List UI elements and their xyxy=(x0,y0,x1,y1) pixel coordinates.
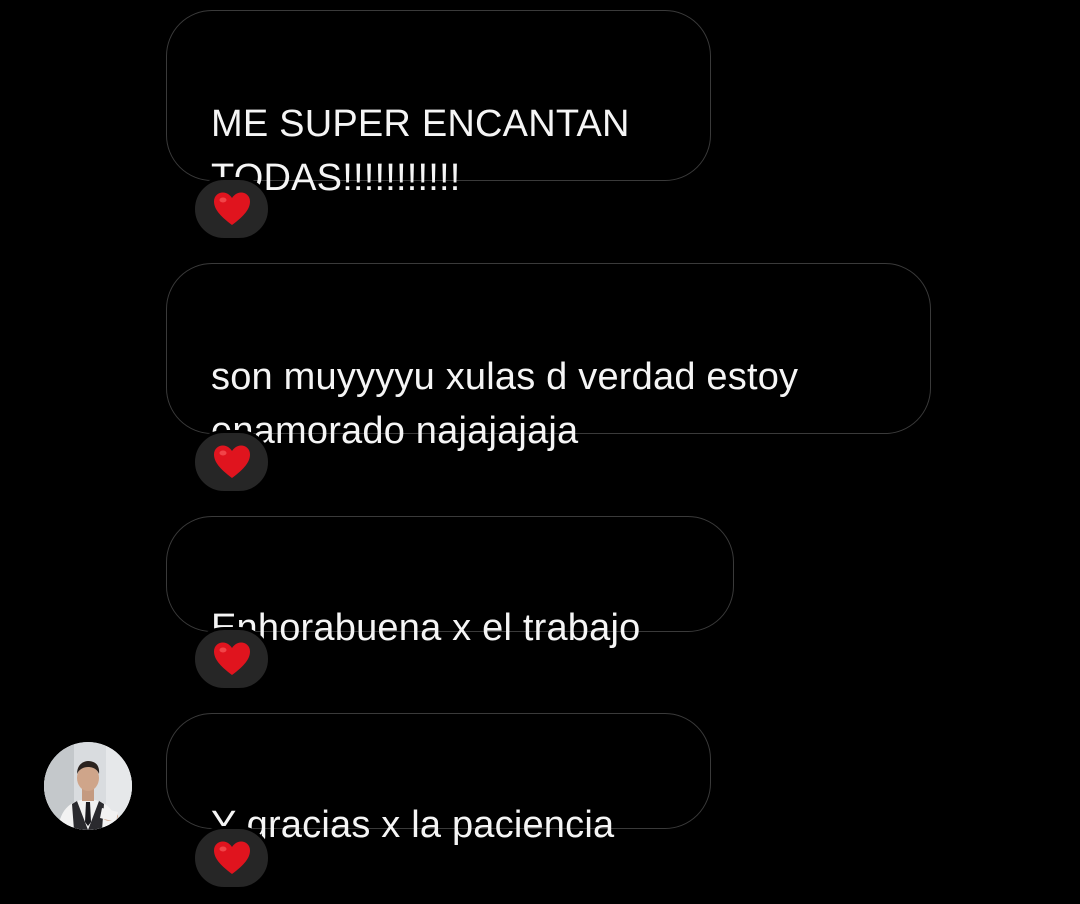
reaction-badge[interactable] xyxy=(192,826,271,890)
red-heart-icon xyxy=(213,445,250,478)
red-heart-icon xyxy=(213,642,250,675)
red-heart-icon xyxy=(213,192,250,225)
message-bubble[interactable]: Enhorabuena x el trabajo xyxy=(166,516,734,649)
sender-avatar[interactable] xyxy=(44,742,132,830)
red-heart-icon xyxy=(213,841,250,874)
message-bubble[interactable]: son muyyyyu xulas d verdad estoy enamora… xyxy=(166,263,931,452)
message-text: ME SUPER ENCANTAN TODAS!!!!!!!!!!! xyxy=(211,103,630,199)
message-text: son muyyyyu xulas d verdad estoy enamora… xyxy=(211,356,799,452)
message-bubble[interactable]: ME SUPER ENCANTAN TODAS!!!!!!!!!!! xyxy=(166,10,711,199)
message-text: Enhorabuena x el trabajo xyxy=(211,607,641,649)
message-text: Y gracias x la paciencia xyxy=(211,804,615,846)
message-bubble[interactable]: Y gracias x la paciencia xyxy=(166,713,711,846)
reaction-badge[interactable] xyxy=(192,430,271,494)
reaction-badge[interactable] xyxy=(192,627,271,691)
profile-photo-icon xyxy=(44,742,132,830)
reaction-badge[interactable] xyxy=(192,177,271,241)
